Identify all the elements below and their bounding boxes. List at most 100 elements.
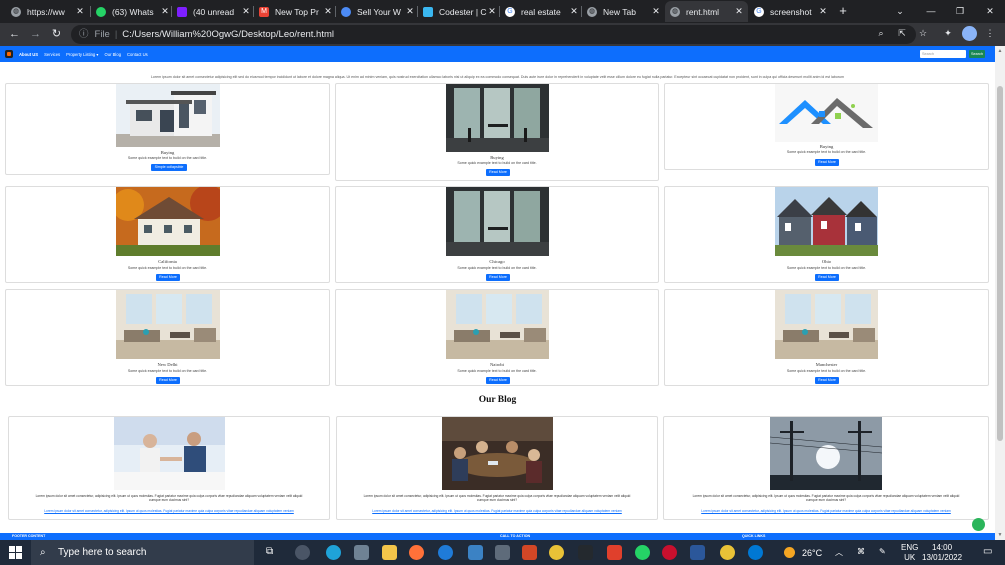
browser-app-icon[interactable] — [438, 545, 453, 560]
chrome-profile-icon[interactable] — [295, 545, 310, 560]
task-view-icon[interactable]: ⧉ — [266, 546, 273, 557]
card-button[interactable]: Simple collapsible — [151, 164, 187, 171]
nav-services[interactable]: Services — [44, 52, 60, 57]
notifications-icon[interactable]: ▭ — [983, 546, 992, 557]
browser-tab[interactable]: Codester | C ✕ — [418, 1, 501, 22]
scrollbar-thumb[interactable] — [997, 86, 1003, 441]
firefox-icon[interactable] — [409, 545, 424, 560]
taskbar-clock[interactable]: 14:00 13/01/2022 — [922, 543, 962, 563]
chat-widget-icon[interactable] — [972, 518, 985, 531]
card-button[interactable]: Read More — [815, 159, 839, 166]
nav-about-us[interactable]: About US — [19, 52, 38, 57]
url-text: C:/Users/William%20OgwG/Desktop/Leo/rent… — [122, 29, 335, 40]
profile-avatar[interactable] — [962, 26, 977, 41]
whatsapp-desktop-icon[interactable] — [635, 545, 650, 560]
card-text: Some quick example text to build on the … — [457, 369, 537, 373]
property-card: Manchester Some quick example text to bu… — [664, 289, 989, 386]
edge-dev-icon[interactable] — [748, 545, 763, 560]
browser-tab[interactable]: (63) Whats ✕ — [91, 1, 174, 22]
network-icon[interactable]: ⌘ — [857, 547, 865, 556]
tab-title: Sell Your W — [357, 6, 401, 17]
file-explorer-icon[interactable] — [382, 545, 397, 560]
card-title: Nairobi — [489, 362, 505, 367]
reload-icon[interactable]: ↻ — [49, 27, 64, 42]
blog-link[interactable]: Lorem ipsum dolor sit amet consectetur, … — [33, 509, 305, 513]
forward-icon[interactable]: → — [28, 27, 43, 42]
site-search-input[interactable]: Search — [920, 50, 966, 58]
opera-icon[interactable] — [662, 545, 677, 560]
browser-tab[interactable]: Sell Your W ✕ — [336, 1, 419, 22]
blog-link[interactable]: Lorem ipsum dolor sit amet consectetur, … — [688, 509, 964, 513]
sublime-text-icon[interactable] — [522, 545, 537, 560]
browser-tab[interactable]: Gscreenshot ✕ — [749, 1, 832, 22]
browser-tab[interactable]: Greal estate ✕ — [500, 1, 583, 22]
chrome-active-icon[interactable] — [720, 545, 735, 560]
restore-icon[interactable]: ❐ — [952, 3, 968, 19]
blog-link[interactable]: Lorem ipsum dolor sit amet consectetur, … — [361, 509, 633, 513]
weather-temp[interactable]: 26°C — [802, 548, 822, 558]
language-indicator[interactable]: ENG UK — [901, 543, 918, 563]
nav-contact-us[interactable]: Contact Us — [127, 52, 148, 57]
store-icon[interactable] — [495, 545, 510, 560]
card-button[interactable]: Read More — [815, 377, 839, 384]
close-icon[interactable]: ✕ — [405, 6, 415, 17]
nav-our-blog[interactable]: Our Blog — [105, 52, 122, 57]
card-text: Some quick example text to build on the … — [457, 266, 537, 270]
site-logo-icon[interactable] — [5, 50, 13, 58]
close-icon[interactable]: ✕ — [818, 6, 828, 17]
close-icon[interactable]: ✕ — [734, 6, 744, 17]
close-icon[interactable]: ✕ — [241, 6, 251, 17]
browser-tab-active[interactable]: ◍ rent.html ✕ — [665, 1, 748, 22]
browser-tab[interactable]: ◍ https://ww ✕ — [6, 1, 89, 22]
minimize-icon[interactable]: — — [923, 3, 939, 19]
browser-tab[interactable]: (40 unread ✕ — [172, 1, 255, 22]
close-icon[interactable]: ✕ — [160, 6, 170, 17]
property-card: Nairobi Some quick example text to build… — [335, 289, 659, 386]
bookmark-star-icon[interactable]: ☆ — [916, 26, 930, 40]
windows-start-icon[interactable] — [9, 546, 22, 559]
site-search-button[interactable]: Search — [969, 50, 985, 58]
pen-icon[interactable]: ✎ — [879, 547, 886, 556]
page-scrollbar[interactable]: ▲ ▼ — [995, 46, 1005, 540]
card-button[interactable]: Read More — [486, 274, 510, 281]
window-close-icon[interactable]: ✕ — [982, 3, 998, 19]
back-icon[interactable]: ← — [7, 27, 22, 42]
share-icon[interactable]: ⇱ — [895, 26, 909, 40]
card-button[interactable]: Read More — [815, 274, 839, 281]
browser-tab[interactable]: ◍ New Tab ✕ — [582, 1, 665, 22]
tab-title: (40 unread — [193, 6, 235, 17]
close-icon[interactable]: ✕ — [651, 6, 661, 17]
card-button[interactable]: Read More — [486, 169, 510, 176]
close-icon[interactable]: ✕ — [75, 6, 85, 17]
close-icon[interactable]: ✕ — [487, 6, 497, 17]
menu-icon[interactable]: ⋮ — [983, 26, 997, 40]
weather-sun-icon[interactable] — [784, 547, 795, 558]
dev-app-icon[interactable] — [578, 545, 593, 560]
new-tab-button[interactable]: + — [835, 3, 851, 19]
office-app-icon[interactable] — [607, 545, 622, 560]
tab-title: screenshot — [770, 6, 812, 17]
taskbar-search-placeholder: Type here to search — [58, 547, 147, 558]
address-bar[interactable]: ⓘ File | C:/Users/William%20OgwG/Desktop/Le… — [71, 25, 916, 44]
chrome-icon[interactable] — [549, 545, 564, 560]
edge-icon[interactable] — [326, 545, 341, 560]
zoom-icon[interactable]: ⌕ — [874, 26, 888, 40]
app-icon[interactable] — [468, 545, 483, 560]
browser-tab[interactable]: M New Top Pr ✕ — [254, 1, 337, 22]
close-icon[interactable]: ✕ — [323, 6, 333, 17]
tab-search-icon[interactable]: ⌄ — [892, 3, 908, 19]
property-card: California Some quick example text to bu… — [5, 186, 330, 283]
chat-app-icon[interactable] — [354, 545, 369, 560]
tray-chevron-icon[interactable]: ︿ — [835, 547, 843, 558]
card-title: Buying — [490, 155, 504, 160]
card-button[interactable]: Read More — [486, 377, 510, 384]
nav-property-listing[interactable]: Property Listing ▾ — [66, 52, 98, 57]
card-button[interactable]: Read More — [156, 377, 180, 384]
info-icon[interactable]: ⓘ — [79, 29, 89, 40]
card-button[interactable]: Read More — [156, 274, 180, 281]
tab-title: real estate — [521, 6, 561, 17]
extensions-icon[interactable]: ✦ — [941, 26, 955, 40]
word-icon[interactable] — [690, 545, 705, 560]
taskbar-search-box[interactable]: ⌕ Type here to search — [31, 540, 254, 565]
close-icon[interactable]: ✕ — [569, 6, 579, 17]
